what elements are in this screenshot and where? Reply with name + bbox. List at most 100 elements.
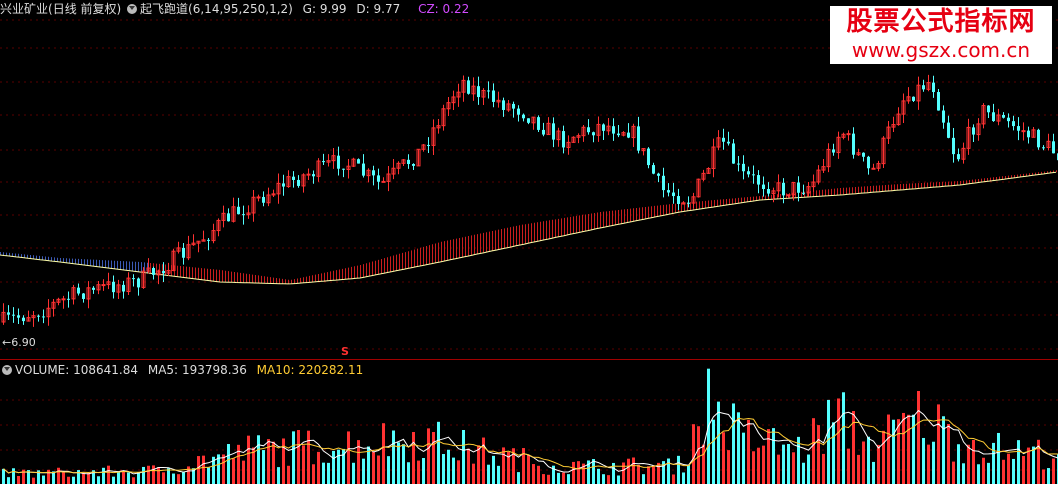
volume-bar xyxy=(12,468,15,484)
volume-bar xyxy=(702,444,705,484)
candle-body xyxy=(101,284,106,287)
volume-header: VOLUME: 108641.84 MA5: 193798.36 MA10: 2… xyxy=(0,362,363,378)
volume-bar xyxy=(782,444,785,484)
candle-body xyxy=(562,131,565,148)
volume-bar xyxy=(87,472,90,484)
candle-body xyxy=(1021,130,1026,133)
cz-label: CZ: xyxy=(418,2,439,16)
volume-bar xyxy=(992,442,995,484)
ma5-value: 193798.36 xyxy=(181,363,247,377)
main-chart-header: 兴业矿业(日线 前复权) 起飞跑道(6,14,95,250,1,2) G: 9.… xyxy=(0,1,469,17)
volume-bar xyxy=(777,454,780,484)
indicator-dropdown-icon[interactable] xyxy=(127,4,138,14)
d-label: D: xyxy=(356,2,370,16)
candle-body xyxy=(412,164,415,166)
candle-body xyxy=(952,137,955,155)
volume-bar xyxy=(547,474,550,484)
volume-bar xyxy=(867,436,870,484)
candle-body xyxy=(512,103,515,109)
candle-body xyxy=(722,137,725,142)
candle-body xyxy=(306,173,311,176)
volume-bar xyxy=(157,467,160,484)
candle-body xyxy=(237,206,240,215)
volume-bar xyxy=(137,472,140,484)
candle-body xyxy=(871,167,876,170)
indicator-name[interactable]: 起飞跑道 xyxy=(140,2,188,16)
volume-bar xyxy=(692,424,695,484)
candle-body xyxy=(256,196,261,199)
volume-bar xyxy=(562,472,565,484)
candle-body xyxy=(1027,130,1030,138)
candle-body xyxy=(732,143,735,164)
volume-bar xyxy=(742,432,745,484)
candle-body xyxy=(112,281,115,293)
volume-bar xyxy=(2,468,5,484)
candle-body xyxy=(637,126,640,151)
volume-bar xyxy=(122,471,125,484)
volume-bar xyxy=(102,467,105,484)
volume-bar xyxy=(882,430,885,484)
volume-bar xyxy=(82,472,85,484)
volume-bar xyxy=(317,451,320,484)
candle-body xyxy=(687,202,690,204)
candle-body xyxy=(797,182,800,193)
volume-bar xyxy=(17,475,20,484)
volume-bar xyxy=(62,471,65,484)
volume-bar xyxy=(442,454,445,484)
volume-bar xyxy=(492,455,495,484)
watermark-url: www.gszx.com.cn xyxy=(851,38,1031,62)
candle-body xyxy=(372,170,375,176)
volume-bar xyxy=(1002,459,1005,484)
candle-body xyxy=(527,118,530,123)
watermark-title: 股票公式指标网 xyxy=(846,7,1036,37)
candle-body xyxy=(957,154,960,160)
candle-body xyxy=(947,122,950,138)
candle-body xyxy=(767,189,770,194)
volume-bar xyxy=(602,474,605,484)
stock-name[interactable]: 兴业矿业 xyxy=(0,2,48,16)
volume-dropdown-icon[interactable] xyxy=(2,365,12,375)
volume-bar xyxy=(932,441,935,484)
candle-body xyxy=(312,174,315,177)
candle-body xyxy=(427,144,430,146)
volume-bar xyxy=(967,444,970,484)
volume-bar xyxy=(947,423,950,484)
volume-bar xyxy=(1027,447,1030,484)
candle-body xyxy=(487,90,490,92)
volume-bar xyxy=(372,451,375,484)
candle-body xyxy=(1007,117,1010,122)
volume-bar xyxy=(247,435,250,484)
volume-bar xyxy=(987,462,990,484)
candle-body xyxy=(667,190,670,193)
volume-bar xyxy=(862,441,865,484)
candle-body xyxy=(137,278,140,288)
kline-chart[interactable] xyxy=(0,0,1058,484)
candle-body xyxy=(12,314,15,316)
candle-body xyxy=(407,159,410,165)
volume-bar xyxy=(292,431,295,484)
candle-body xyxy=(477,86,480,98)
volume-bar xyxy=(1047,468,1050,484)
candle-body xyxy=(207,239,210,241)
volume-bar xyxy=(982,457,985,484)
volume-bar xyxy=(772,428,775,484)
period-label[interactable]: (日线 前复权) xyxy=(48,2,121,16)
candle-body xyxy=(61,298,66,301)
candle-body xyxy=(1017,126,1020,131)
volume-bar xyxy=(267,439,270,484)
volume-bar xyxy=(322,462,325,484)
volume-bar xyxy=(402,444,405,484)
candle-body xyxy=(867,156,870,169)
candle-body xyxy=(1037,129,1040,148)
candle-body xyxy=(297,179,300,186)
volume-bar xyxy=(712,419,715,484)
candle-body xyxy=(262,196,265,203)
candle-body xyxy=(617,133,620,136)
volume-bar xyxy=(447,449,450,484)
volume-bar xyxy=(897,419,900,484)
volume-bar xyxy=(72,476,75,484)
volume-bar xyxy=(727,450,730,484)
volume-bar xyxy=(1052,458,1055,484)
volume-bar xyxy=(407,462,410,484)
volume-bar xyxy=(997,432,1000,484)
